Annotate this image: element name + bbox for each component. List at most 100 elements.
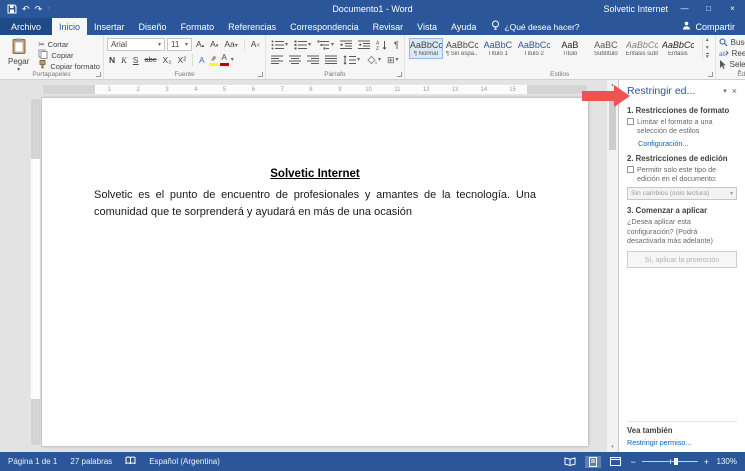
collapse-ribbon-icon[interactable]: ^	[738, 70, 741, 77]
font-dialog-launcher-icon[interactable]	[257, 72, 263, 77]
font-size-combo[interactable]: 11 ▾	[166, 38, 192, 52]
style-heading1[interactable]: AaBbC Título 1	[481, 38, 515, 59]
shrink-font-button[interactable]: A ▾	[208, 39, 220, 49]
proofing-icon[interactable]	[125, 456, 136, 467]
close-button[interactable]: ×	[725, 0, 740, 18]
tab-correspondencia[interactable]: Correspondencia	[283, 18, 366, 35]
zoom-slider-handle[interactable]	[674, 458, 679, 465]
limit-formatting-checkbox[interactable]	[627, 118, 634, 125]
select-button[interactable]: Seleccionar ▾	[719, 60, 745, 69]
borders-button[interactable]: ⊞ ▾	[385, 55, 401, 66]
web-layout-button[interactable]	[607, 456, 624, 467]
document-scrollbar[interactable]: ▴ ▾	[606, 80, 618, 452]
text-effects-button[interactable]: A	[197, 55, 207, 65]
style-emphasis[interactable]: AaBbCc Énfasis	[661, 38, 695, 59]
document-paragraph[interactable]: Solvetic es el punto de encuentro de pro…	[94, 187, 536, 220]
paste-button[interactable]: Pegar ▾	[3, 37, 34, 73]
zoom-out-button[interactable]: −	[630, 457, 635, 467]
word-count[interactable]: 27 palabras	[70, 457, 112, 466]
justify-button[interactable]	[323, 55, 339, 65]
line-spacing-button[interactable]: ▾	[341, 55, 362, 65]
apply-protection-button[interactable]: Sí, aplicar la protección	[627, 250, 737, 268]
increase-indent-button[interactable]	[356, 40, 372, 50]
change-case-button[interactable]: Aa ▾	[222, 39, 239, 49]
underline-button[interactable]: S	[131, 55, 141, 65]
replace-button[interactable]: ab Reemplazar	[719, 49, 745, 58]
tab-archivo[interactable]: Archivo	[0, 18, 53, 35]
redo-icon[interactable]: ↷	[35, 4, 43, 14]
clear-formatting-button[interactable]: A ×	[249, 39, 262, 49]
maximize-button[interactable]: □	[701, 0, 716, 18]
share-button[interactable]: Compartir	[682, 18, 745, 35]
save-icon[interactable]	[7, 4, 17, 14]
styles-scroll-up-icon[interactable]: ▴	[706, 37, 709, 43]
italic-button[interactable]: K	[119, 55, 129, 65]
zoom-slider[interactable]	[641, 458, 698, 465]
tab-ayuda[interactable]: Ayuda	[444, 18, 483, 35]
zoom-level[interactable]: 130%	[715, 457, 737, 466]
numbering-button[interactable]: ▾	[292, 40, 313, 50]
font-family-combo[interactable]: Arial ▾	[106, 38, 165, 52]
limit-formatting-row[interactable]: Limitar el formato a una selección de es…	[627, 117, 737, 136]
tab-vista[interactable]: Vista	[410, 18, 444, 35]
align-center-button[interactable]	[287, 55, 303, 65]
find-button[interactable]: Buscar ▾	[719, 38, 745, 47]
document-heading[interactable]: Solvetic Internet	[42, 168, 588, 180]
styles-dialog-launcher-icon[interactable]	[707, 72, 713, 77]
editing-type-checkbox[interactable]	[627, 165, 634, 173]
tab-inicio[interactable]: Inicio	[52, 18, 88, 35]
editing-type-row[interactable]: Permitir solo este tipo de edición en el…	[627, 165, 737, 184]
zoom-in-button[interactable]: +	[704, 457, 709, 467]
font-family-dropdown-icon[interactable]: ▾	[158, 42, 161, 48]
style-subtle-emphasis[interactable]: AaBbCcC Énfasis sutil	[625, 38, 659, 59]
sort-button[interactable]: AZ	[374, 40, 390, 50]
styles-more-icon[interactable]: ▾	[705, 53, 709, 60]
tell-me-box[interactable]: ¿Qué desea hacer?	[491, 18, 580, 35]
configuration-link[interactable]: Configuración...	[638, 139, 737, 148]
styles-scroll-down-icon[interactable]: ▾	[706, 45, 709, 51]
paragraph-dialog-launcher-icon[interactable]	[396, 72, 402, 77]
horizontal-ruler[interactable]: 1 2 3 4 5 6 7 8 9 10 11 12 13 14 15	[42, 84, 588, 95]
font-size-dropdown-icon[interactable]: ▾	[185, 42, 188, 48]
account-name[interactable]: Solvetic Internet	[603, 4, 668, 14]
editing-type-dropdown[interactable]: Sin cambios (solo lectura) ▾	[627, 187, 737, 201]
font-color-button[interactable]: A	[219, 54, 229, 67]
highlight-color-button[interactable]	[208, 55, 218, 66]
style-subtitle[interactable]: AaBC Subtítulo	[589, 38, 623, 59]
style-no-spacing[interactable]: AaBbCcI ¶ Sin espa...	[445, 38, 479, 59]
bold-button[interactable]: N	[107, 55, 117, 65]
cut-button[interactable]: ✂ Cortar	[38, 39, 100, 49]
read-mode-button[interactable]	[561, 456, 579, 467]
pane-close-icon[interactable]: ×	[732, 86, 737, 96]
font-color-dropdown-icon[interactable]: ▾	[231, 57, 234, 63]
tab-insertar[interactable]: Insertar	[87, 18, 132, 35]
print-layout-button[interactable]	[585, 455, 602, 468]
shading-button[interactable]: ▾	[364, 55, 383, 65]
document-page[interactable]: Solvetic Internet Solvetic es el punto d…	[42, 98, 588, 446]
pane-options-icon[interactable]: ▾	[723, 87, 727, 95]
style-title[interactable]: AaB Título	[553, 38, 587, 59]
restrict-permission-link[interactable]: Restringir permiso...	[627, 438, 737, 447]
style-heading2[interactable]: AaBbCc Título 2	[517, 38, 551, 59]
decrease-indent-button[interactable]	[338, 40, 354, 50]
bullets-button[interactable]: ▾	[269, 40, 290, 50]
tab-revisar[interactable]: Revisar	[366, 18, 411, 35]
qat-customize-icon[interactable]: ▾	[47, 6, 50, 12]
align-left-button[interactable]	[269, 55, 285, 65]
vertical-ruler[interactable]	[30, 98, 41, 446]
minimize-button[interactable]: —	[677, 0, 692, 18]
style-normal[interactable]: AaBbCcI ¶ Normal	[408, 38, 443, 59]
tab-referencias[interactable]: Referencias	[221, 18, 283, 35]
strikethrough-button[interactable]: abc	[142, 55, 158, 64]
superscript-button[interactable]: X²	[176, 55, 189, 65]
format-painter-button[interactable]: Copiar formato	[38, 60, 100, 71]
align-right-button[interactable]	[305, 55, 321, 65]
language-indicator[interactable]: Español (Argentina)	[149, 457, 220, 466]
copy-button[interactable]: Copiar	[38, 49, 100, 60]
scroll-down-icon[interactable]: ▾	[607, 442, 618, 452]
show-marks-button[interactable]: ¶	[392, 40, 401, 50]
tab-diseno[interactable]: Diseño	[132, 18, 174, 35]
subscript-button[interactable]: X₂	[161, 55, 174, 65]
page-count[interactable]: Página 1 de 1	[8, 457, 57, 466]
grow-font-button[interactable]: A ▴	[194, 39, 206, 49]
